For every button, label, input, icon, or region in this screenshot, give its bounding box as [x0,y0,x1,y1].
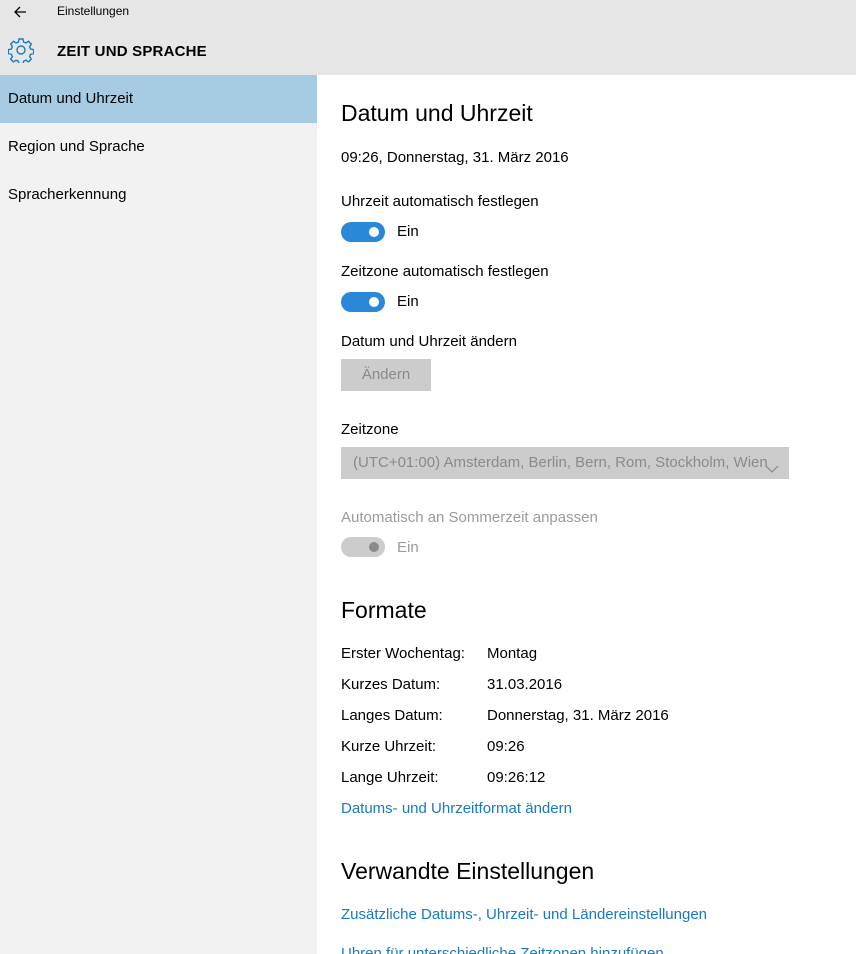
chevron-down-icon [765,456,779,473]
format-row-value: 31.03.2016 [487,676,563,693]
format-row-label: Kurzes Datum: [341,676,441,693]
dst-toggle[interactable] [341,537,385,557]
page-title: ZEIT UND SPRACHE [57,43,207,60]
additional-settings-link[interactable]: Zusätzliche Datums-, Uhrzeit- und Länder… [341,906,707,923]
dst-state: Ein [397,539,419,556]
sidebar-item-datum-und-uhrzeit[interactable]: Datum und Uhrzeit [0,75,317,123]
change-datetime-button[interactable]: Ändern [341,359,431,391]
toggle-knob [369,542,379,552]
change-format-link[interactable]: Datums- und Uhrzeitformat ändern [341,800,572,817]
auto-timezone-label: Zeitzone automatisch festlegen [341,263,549,280]
toggle-knob [369,227,379,237]
change-datetime-label: Datum und Uhrzeit ändern [341,333,517,350]
gear-icon [7,37,35,65]
related-settings-title: Verwandte Einstellungen [341,858,595,884]
timezone-select[interactable]: (UTC+01:00) Amsterdam, Berlin, Bern, Rom… [341,447,789,479]
format-row-label: Erster Wochentag: [341,645,465,662]
main-content: Datum und Uhrzeit 09:26, Donnerstag, 31.… [317,75,856,954]
auto-timezone-state: Ein [397,293,419,310]
format-row-value: Montag [487,645,538,662]
auto-timezone-toggle[interactable] [341,292,385,312]
dst-label: Automatisch an Sommerzeit anpassen [341,509,598,526]
add-clocks-link[interactable]: Uhren für unterschiedliche Zeitzonen hin… [341,945,664,954]
format-row-value: 09:26 [487,738,525,755]
page-header: ZEIT UND SPRACHE [0,24,856,75]
sidebar-item-spracherkennung[interactable]: Spracherkennung [0,171,317,219]
back-arrow-icon[interactable] [10,2,32,22]
auto-time-state: Ein [397,223,419,240]
timezone-value: (UTC+01:00) Amsterdam, Berlin, Bern, Rom… [353,454,768,471]
auto-time-label: Uhrzeit automatisch festlegen [341,193,539,210]
sidebar-item-region-und-sprache[interactable]: Region und Sprache [0,123,317,171]
format-row-label: Kurze Uhrzeit: [341,738,437,755]
timezone-label: Zeitzone [341,421,399,438]
app-title: Einstellungen [57,4,130,18]
formats-title: Formate [341,597,427,623]
format-row-label: Lange Uhrzeit: [341,769,439,786]
format-row-value: 09:26:12 [487,769,546,786]
title-bar: Einstellungen [0,0,856,24]
current-datetime: 09:26, Donnerstag, 31. März 2016 [341,149,569,166]
section-title: Datum und Uhrzeit [341,100,533,126]
format-row-label: Langes Datum: [341,707,443,724]
toggle-knob [369,297,379,307]
auto-time-toggle[interactable] [341,222,385,242]
sidebar: Datum und Uhrzeit Region und Sprache Spr… [0,75,317,954]
format-row-value: Donnerstag, 31. März 2016 [487,707,669,724]
